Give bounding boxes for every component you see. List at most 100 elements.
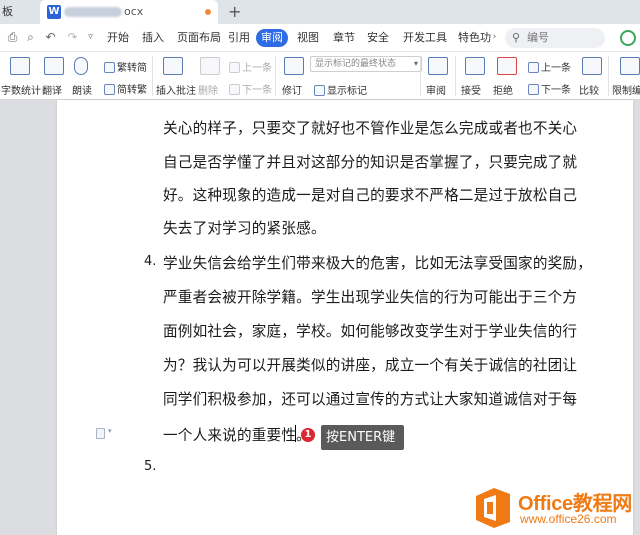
- reject-icon: [497, 57, 517, 75]
- next-comment-label: 下一条: [242, 85, 272, 96]
- translate-button[interactable]: 翻译: [42, 82, 62, 97]
- instruction-tooltip: 按ENTER键: [321, 425, 404, 450]
- ribbon-divider: [152, 56, 153, 96]
- simp-to-trad-icon: [104, 84, 115, 95]
- trad-to-simp-label: 繁转简: [117, 63, 147, 74]
- reject-button[interactable]: 拒绝: [493, 82, 513, 97]
- paragraph-line[interactable]: 自己是否学懂了并且对这部分的知识是否掌握了，只要完成了就: [163, 151, 577, 172]
- paragraph-line[interactable]: 失去了对学习的紧张感。: [163, 217, 326, 238]
- translate-icon: [44, 57, 64, 75]
- chevron-right-icon[interactable]: ›: [488, 31, 501, 44]
- prev-comment-label: 上一条: [242, 63, 272, 74]
- watermark-url: www.office26.com: [520, 512, 617, 526]
- restrict-editing-icon: [620, 57, 640, 75]
- next-comment-button[interactable]: 下一条: [229, 81, 272, 96]
- prev-comment-icon: [229, 62, 240, 73]
- writer-icon: W: [47, 5, 61, 19]
- text-cursor: [295, 425, 296, 442]
- cloud-sync-icon[interactable]: [620, 30, 636, 46]
- print-preview-icon[interactable]: ⌕: [24, 31, 37, 44]
- read-aloud-button[interactable]: 朗读: [72, 82, 92, 97]
- word-count-icon: [10, 57, 30, 75]
- search-input[interactable]: ⚲ 编号: [505, 28, 605, 48]
- track-changes-button[interactable]: 修订: [282, 82, 302, 97]
- next-change-label: 下一条: [541, 85, 571, 96]
- show-markup-button[interactable]: 显示标记: [314, 82, 367, 97]
- list-number-4: 4.: [144, 254, 157, 269]
- paragraph-line[interactable]: 面例如社会，家庭，学校。如何能够改变学生对于学业失信的行: [163, 320, 577, 341]
- menu-features[interactable]: 特色功: [458, 24, 491, 52]
- next-change-icon: [528, 84, 539, 95]
- step-badge: 1: [301, 428, 315, 442]
- title-bar: 板 W ocx +: [0, 0, 640, 24]
- list-number-5: 5.: [144, 459, 157, 474]
- chevron-down-icon[interactable]: ▾: [108, 427, 112, 435]
- tab-current-document[interactable]: W ocx: [40, 0, 218, 24]
- tab-previous[interactable]: 板: [0, 0, 40, 24]
- microphone-icon: [74, 57, 88, 75]
- accept-icon: [465, 57, 485, 75]
- undo-icon[interactable]: ↶: [44, 31, 57, 44]
- next-change-button[interactable]: 下一条: [528, 81, 571, 96]
- paragraph-line[interactable]: 好。这种现象的造成一是对自己的要求不严格二是过于放松自己: [163, 184, 577, 205]
- review-pane-button[interactable]: 审阅: [426, 82, 446, 97]
- chevron-down-icon: ▾: [413, 59, 418, 68]
- menu-references[interactable]: 引用: [228, 24, 250, 52]
- search-placeholder: 编号: [527, 31, 549, 44]
- paragraph-line[interactable]: 关心的样子，只要交了就好也不管作业是怎么完成或者也不关心: [163, 117, 577, 138]
- ribbon-divider: [608, 56, 609, 96]
- track-changes-icon: [284, 57, 304, 75]
- display-mode-select[interactable]: 显示标记的最终状态 ▾: [310, 56, 422, 72]
- unsaved-dot-icon: [205, 9, 211, 15]
- paragraph-layout-icon[interactable]: [96, 428, 105, 439]
- insert-comment-button[interactable]: 插入批注: [156, 82, 196, 97]
- review-pane-icon: [428, 57, 448, 75]
- trad-to-simp-icon: [104, 62, 115, 73]
- new-tab-button[interactable]: +: [228, 0, 241, 23]
- quick-access-chevron-icon[interactable]: ▿: [84, 31, 97, 44]
- menu-insert[interactable]: 插入: [142, 24, 164, 52]
- compare-button[interactable]: 比较: [579, 82, 599, 97]
- insert-comment-icon: [163, 57, 183, 75]
- paragraph-line[interactable]: 一个人来说的重要性。: [163, 424, 311, 445]
- menu-home[interactable]: 开始: [107, 24, 129, 52]
- simp-to-trad-label: 简转繁: [117, 85, 147, 96]
- display-mode-value: 显示标记的最终状态: [315, 59, 397, 69]
- prev-comment-button[interactable]: 上一条: [229, 59, 272, 74]
- compare-icon: [582, 57, 602, 75]
- ribbon-divider: [420, 56, 421, 96]
- menu-bar: ⎙ ⌕ ↶ ↷ ▿ 开始 插入 页面布局 引用 审阅 视图 章节 安全 开发工具…: [0, 24, 640, 52]
- next-comment-icon: [229, 84, 240, 95]
- show-markup-icon: [314, 85, 325, 96]
- tab-filename-suffix: ocx: [124, 5, 144, 18]
- menu-view[interactable]: 视图: [297, 24, 319, 52]
- accept-button[interactable]: 接受: [461, 82, 481, 97]
- trad-to-simp-button[interactable]: 繁转简: [104, 59, 147, 74]
- prev-change-icon: [528, 62, 539, 73]
- menu-review[interactable]: 审阅: [256, 29, 288, 47]
- menu-developer[interactable]: 开发工具: [403, 24, 447, 52]
- watermark-logo: Office教程网 www.office26.com: [468, 482, 640, 535]
- show-markup-label: 显示标记: [327, 86, 367, 97]
- office-logo-icon: [476, 488, 510, 528]
- word-count-button[interactable]: 字数统计: [1, 82, 41, 97]
- prev-change-label: 上一条: [541, 63, 571, 74]
- simp-to-trad-button[interactable]: 简转繁: [104, 81, 147, 96]
- menu-chapter[interactable]: 章节: [333, 24, 355, 52]
- menu-page-layout[interactable]: 页面布局: [177, 24, 221, 52]
- menu-security[interactable]: 安全: [367, 24, 389, 52]
- paragraph-line[interactable]: 严重者会被开除学籍。学生出现学业失信的行为可能出于三个方: [163, 286, 577, 307]
- paragraph-line[interactable]: 学业失信会给学生们带来极大的危害，比如无法享受国家的奖励，: [163, 252, 592, 273]
- redo-icon[interactable]: ↷: [66, 31, 79, 44]
- delete-comment-icon: [200, 57, 220, 75]
- paragraph-line[interactable]: 为？我认为可以开展类似的讲座，成立一个有关于诚信的社团让: [163, 354, 577, 375]
- blurred-filename: [64, 7, 122, 17]
- review-ribbon: 字数统计 翻译 朗读 繁转简 简转繁 插入批注 删除 上一条 下一条 修订 显示…: [0, 52, 640, 100]
- print-icon[interactable]: ⎙: [6, 31, 19, 44]
- ribbon-divider: [275, 56, 276, 96]
- delete-button[interactable]: 删除: [198, 82, 218, 97]
- ribbon-divider: [455, 56, 456, 96]
- paragraph-line[interactable]: 同学们积极参加，还可以通过宣传的方式让大家知道诚信对于每: [163, 388, 577, 409]
- restrict-editing-button[interactable]: 限制编: [612, 82, 640, 97]
- prev-change-button[interactable]: 上一条: [528, 59, 571, 74]
